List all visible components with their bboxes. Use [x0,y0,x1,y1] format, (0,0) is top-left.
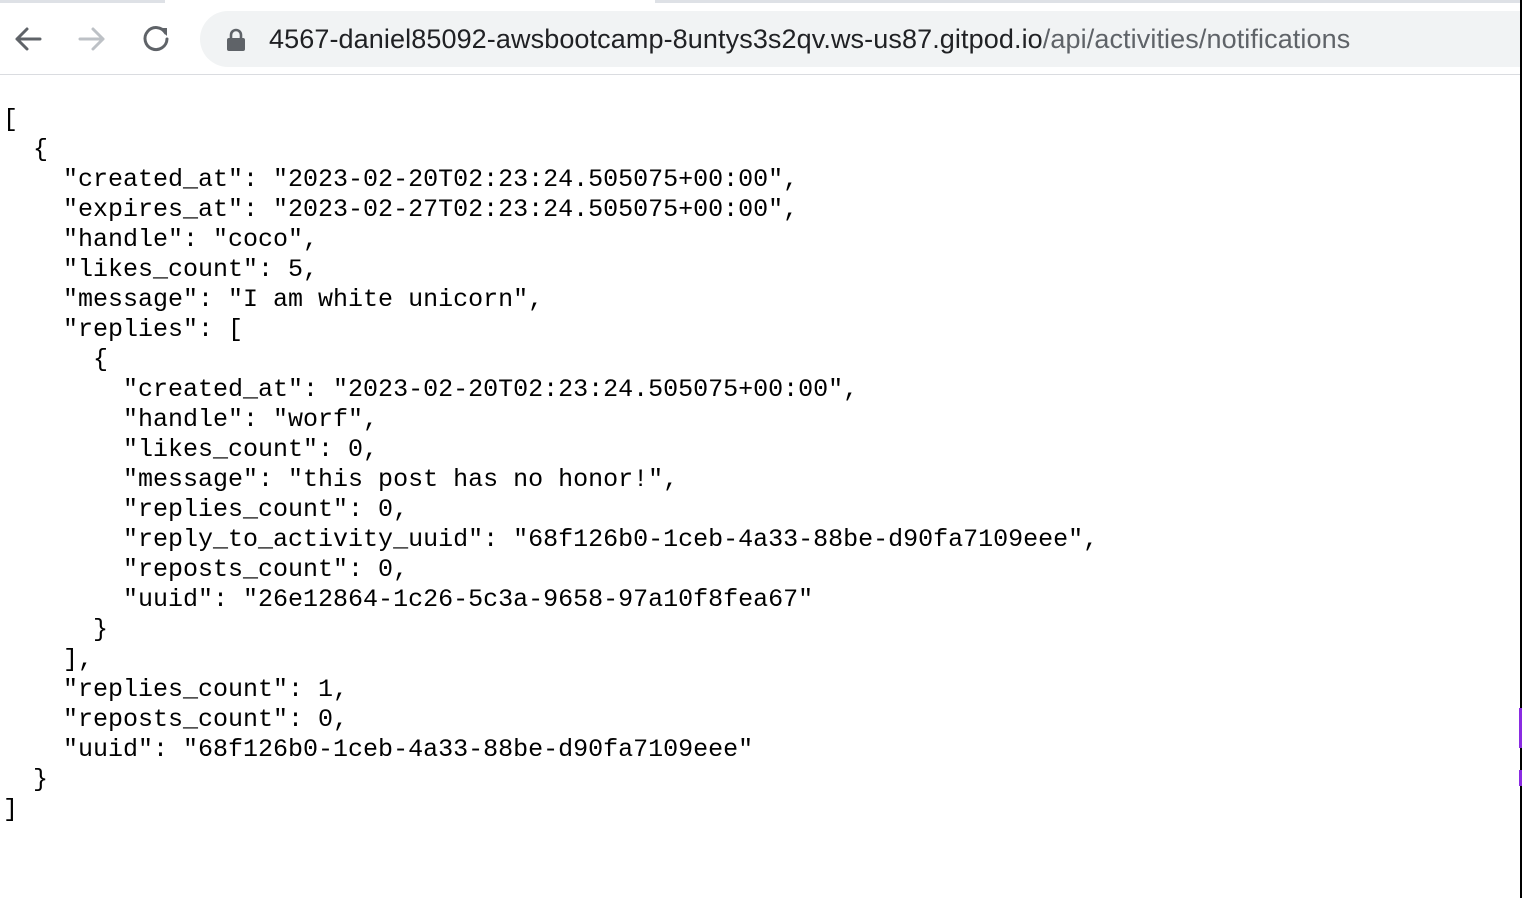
json-line: "reposts_count": 0, [3,555,409,584]
json-line: "expires_at": "2023-02-27T02:23:24.50507… [3,195,799,224]
json-line: "replies_count": 1, [3,675,349,704]
json-line: { [3,345,109,374]
json-line: ], [3,645,94,674]
json-response: [ { "created_at": "2023-02-20T02:23:24.5… [0,75,1520,825]
browser-window: 4567-daniel85092-awsbootcamp-8untys3s2qv… [0,0,1522,898]
arrow-right-icon [78,27,105,51]
lock-icon[interactable] [225,28,247,52]
json-line: } [3,765,49,794]
json-line: [ [3,105,19,134]
json-line: ] [3,795,19,824]
forward-button[interactable] [70,17,114,61]
reload-button[interactable] [134,17,178,61]
json-line: "handle": "coco", [3,225,319,254]
json-line: { [3,135,49,164]
json-line: "created_at": "2023-02-20T02:23:24.50507… [3,375,859,404]
json-line: "replies_count": 0, [3,495,409,524]
json-line: "created_at": "2023-02-20T02:23:24.50507… [3,165,799,194]
json-line: "likes_count": 5, [3,255,319,284]
browser-toolbar: 4567-daniel85092-awsbootcamp-8untys3s2qv… [0,3,1522,75]
url-text[interactable]: 4567-daniel85092-awsbootcamp-8untys3s2qv… [269,11,1350,67]
url-path: /api/activities/notifications [1042,24,1351,54]
json-line: "message": "I am white unicorn", [3,285,544,314]
back-button[interactable] [6,17,50,61]
json-line: "uuid": "26e12864-1c26-5c3a-9658-97a10f8… [3,585,814,614]
reload-icon [143,26,169,52]
page-content: [ { "created_at": "2023-02-20T02:23:24.5… [0,75,1520,898]
url-host: 4567-daniel85092-awsbootcamp-8untys3s2qv… [269,24,1043,54]
json-line: "handle": "worf", [3,405,379,434]
json-line: "reposts_count": 0, [3,705,349,734]
json-line: "uuid": "68f126b0-1ceb-4a33-88be-d90fa71… [3,735,754,764]
json-line: "likes_count": 0, [3,435,379,464]
json-line: "replies": [ [3,315,244,344]
json-line: "reply_to_activity_uuid": "68f126b0-1ceb… [3,525,1099,554]
json-line: "message": "this post has no honor!", [3,465,679,494]
arrow-left-icon [15,27,42,51]
json-line: } [3,615,109,644]
address-bar[interactable]: 4567-daniel85092-awsbootcamp-8untys3s2qv… [200,11,1522,67]
